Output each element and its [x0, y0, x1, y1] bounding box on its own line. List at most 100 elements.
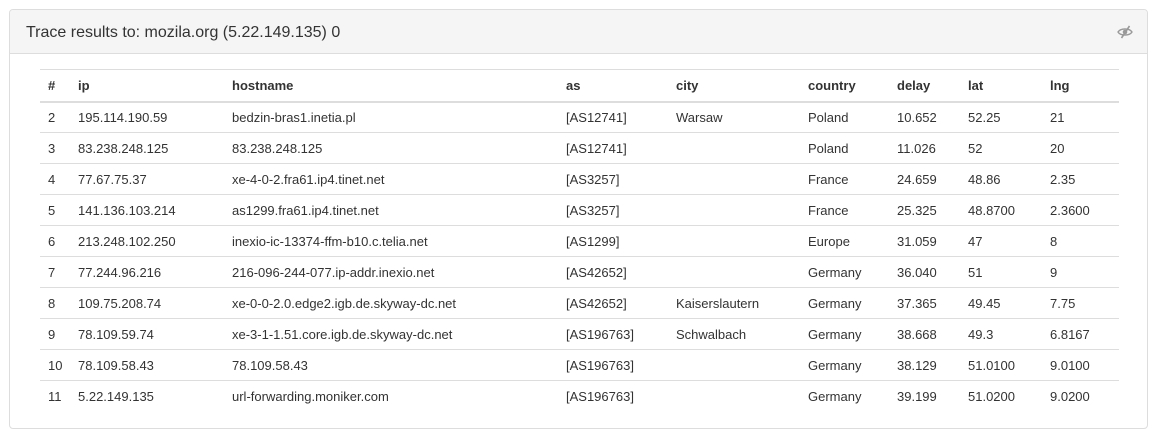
cell-lng: 6.8167 [1042, 318, 1119, 350]
table-header-row: # ip hostname as city country delay lat … [40, 69, 1119, 103]
cell-ip: 83.238.248.125 [70, 132, 224, 164]
cell-country: Germany [800, 256, 889, 288]
column-header-lat: lat [960, 69, 1042, 103]
column-header-city: city [668, 69, 800, 103]
cell-as: [AS12741] [558, 132, 668, 164]
cell-city [668, 163, 800, 195]
column-header-hostname: hostname [224, 69, 558, 103]
cell-ip: 109.75.208.74 [70, 287, 224, 319]
cell-lat: 51.0100 [960, 349, 1042, 381]
table-row: 2 195.114.190.59 bedzin-bras1.inetia.pl [AS… [40, 101, 1119, 133]
cell-hostname: bedzin-bras1.inetia.pl [224, 101, 558, 133]
cell-hop-number: 4 [40, 163, 70, 195]
panel-heading: Trace results to: mozila.org (5.22.149.1… [10, 10, 1147, 54]
cell-delay: 38.129 [889, 349, 960, 381]
cell-as: [AS196763] [558, 318, 668, 350]
cell-hop-number: 5 [40, 194, 70, 226]
table-row: 4 77.67.75.37 xe-4-0-2.fra61.ip4.tinet.net… [40, 163, 1119, 195]
cell-ip: 213.248.102.250 [70, 225, 224, 257]
cell-lat: 51.0200 [960, 380, 1042, 412]
table-row: 6 213.248.102.250 inexio-ic-13374-ffm-b10.… [40, 225, 1119, 257]
cell-hop-number: 2 [40, 101, 70, 133]
cell-hostname: url-forwarding.moniker.com [224, 380, 558, 412]
table-row: 9 78.109.59.74 xe-3-1-1.51.core.igb.de.sky… [40, 318, 1119, 350]
cell-city [668, 225, 800, 257]
cell-lng: 9 [1042, 256, 1119, 288]
cell-city [668, 349, 800, 381]
table-row: 8 109.75.208.74 xe-0-0-2.0.edge2.igb.de.sk… [40, 287, 1119, 319]
cell-city: Schwalbach [668, 318, 800, 350]
cell-hostname: 83.238.248.125 [224, 132, 558, 164]
cell-as: [AS12741] [558, 101, 668, 133]
cell-ip: 5.22.149.135 [70, 380, 224, 412]
cell-lat: 52.25 [960, 101, 1042, 133]
cell-hostname: xe-0-0-2.0.edge2.igb.de.skyway-dc.net [224, 287, 558, 319]
cell-country: France [800, 194, 889, 226]
cell-delay: 10.652 [889, 101, 960, 133]
cell-lng: 7.75 [1042, 287, 1119, 319]
cell-lat: 52 [960, 132, 1042, 164]
table-body: 2 195.114.190.59 bedzin-bras1.inetia.pl [AS… [40, 101, 1119, 412]
cell-hostname: inexio-ic-13374-ffm-b10.c.telia.net [224, 225, 558, 257]
cell-country: Germany [800, 318, 889, 350]
cell-hop-number: 9 [40, 318, 70, 350]
panel-title: Trace results to: mozila.org (5.22.149.1… [26, 24, 341, 41]
cell-delay: 36.040 [889, 256, 960, 288]
cell-hop-number: 8 [40, 287, 70, 319]
cell-hostname: xe-4-0-2.fra61.ip4.tinet.net [224, 163, 558, 195]
column-header-as: as [558, 69, 668, 103]
cell-delay: 24.659 [889, 163, 960, 195]
cell-lat: 49.45 [960, 287, 1042, 319]
cell-ip: 141.136.103.214 [70, 194, 224, 226]
cell-city [668, 194, 800, 226]
cell-as: [AS42652] [558, 287, 668, 319]
cell-hop-number: 11 [40, 380, 70, 412]
cell-city [668, 380, 800, 412]
cell-country: France [800, 163, 889, 195]
cell-delay: 11.026 [889, 132, 960, 164]
cell-as: [AS3257] [558, 163, 668, 195]
cell-country: Poland [800, 132, 889, 164]
cell-lng: 9.0100 [1042, 349, 1119, 381]
cell-ip: 77.244.96.216 [70, 256, 224, 288]
column-header-delay: delay [889, 69, 960, 103]
cell-city: Warsaw [668, 101, 800, 133]
cell-city [668, 256, 800, 288]
cell-city [668, 132, 800, 164]
cell-hop-number: 7 [40, 256, 70, 288]
cell-delay: 31.059 [889, 225, 960, 257]
cell-delay: 25.325 [889, 194, 960, 226]
table-row: 10 78.109.58.43 78.109.58.43 [AS196763] Germ… [40, 349, 1119, 381]
cell-lat: 48.86 [960, 163, 1042, 195]
cell-ip: 195.114.190.59 [70, 101, 224, 133]
cell-country: Germany [800, 349, 889, 381]
cell-lng: 8 [1042, 225, 1119, 257]
column-header-lng: lng [1042, 69, 1119, 103]
cell-lat: 47 [960, 225, 1042, 257]
cell-ip: 78.109.58.43 [70, 349, 224, 381]
cell-country: Europe [800, 225, 889, 257]
cell-lat: 51 [960, 256, 1042, 288]
cell-as: [AS1299] [558, 225, 668, 257]
cell-country: Germany [800, 380, 889, 412]
eye-slash-icon[interactable] [1117, 24, 1133, 40]
cell-hostname: 78.109.58.43 [224, 349, 558, 381]
cell-ip: 77.67.75.37 [70, 163, 224, 195]
cell-as: [AS3257] [558, 194, 668, 226]
table-row: 3 83.238.248.125 83.238.248.125 [AS12741] Po… [40, 132, 1119, 164]
cell-country: Poland [800, 101, 889, 133]
cell-delay: 37.365 [889, 287, 960, 319]
column-header-number: # [40, 69, 70, 103]
cell-lng: 21 [1042, 101, 1119, 133]
cell-hop-number: 10 [40, 349, 70, 381]
cell-lat: 48.8700 [960, 194, 1042, 226]
cell-delay: 39.199 [889, 380, 960, 412]
cell-hop-number: 3 [40, 132, 70, 164]
cell-lat: 49.3 [960, 318, 1042, 350]
table-row: 11 5.22.149.135 url-forwarding.moniker.com… [40, 380, 1119, 412]
trace-table: # ip hostname as city country delay lat … [40, 69, 1119, 412]
cell-country: Germany [800, 287, 889, 319]
cell-lng: 2.35 [1042, 163, 1119, 195]
cell-as: [AS196763] [558, 380, 668, 412]
cell-lng: 9.0200 [1042, 380, 1119, 412]
